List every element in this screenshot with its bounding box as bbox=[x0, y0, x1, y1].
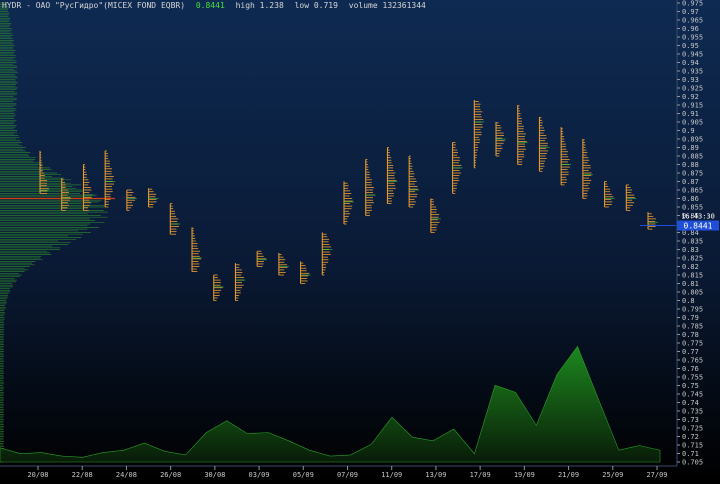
y-tick-label: 0.83 bbox=[682, 246, 699, 254]
y-tick-label: 0.78 bbox=[682, 331, 699, 339]
x-tick-label: 21/09 bbox=[558, 471, 579, 479]
chart-header: HYDR - ОАО "РусГидро"(MICEX FOND EQBR) 0… bbox=[2, 0, 432, 12]
volume-label: volume 132361344 bbox=[348, 1, 426, 10]
y-tick-label: 0.955 bbox=[682, 34, 703, 42]
x-tick-label: 19/09 bbox=[514, 471, 535, 479]
y-tick-label: 0.885 bbox=[682, 153, 703, 161]
x-tick-label: 26/08 bbox=[160, 471, 181, 479]
x-tick-label: 13/09 bbox=[425, 471, 446, 479]
y-tick-label: 0.87 bbox=[682, 178, 699, 186]
price-marker-value: 0.8441 bbox=[684, 222, 713, 231]
y-tick-label: 0.77 bbox=[682, 348, 699, 356]
y-tick-label: 0.835 bbox=[682, 238, 703, 246]
y-tick-label: 0.94 bbox=[682, 59, 699, 67]
y-tick-label: 0.875 bbox=[682, 170, 703, 178]
x-tick-label: 03/09 bbox=[249, 471, 270, 479]
y-tick-label: 0.91 bbox=[682, 110, 699, 118]
y-tick-label: 0.805 bbox=[682, 289, 703, 297]
y-tick-label: 0.89 bbox=[682, 144, 699, 152]
y-tick-label: 0.79 bbox=[682, 314, 699, 322]
y-tick-label: 0.735 bbox=[682, 408, 703, 416]
x-tick-label: 07/09 bbox=[337, 471, 358, 479]
x-tick-label: 11/09 bbox=[381, 471, 402, 479]
y-tick-label: 0.965 bbox=[682, 17, 703, 25]
y-tick-label: 0.895 bbox=[682, 136, 703, 144]
y-tick-label: 0.745 bbox=[682, 391, 703, 399]
y-tick-label: 0.945 bbox=[682, 51, 703, 59]
y-tick-label: 0.74 bbox=[682, 399, 699, 407]
y-tick-label: 0.795 bbox=[682, 306, 703, 314]
y-tick-label: 0.92 bbox=[682, 93, 699, 101]
y-tick-label: 0.815 bbox=[682, 272, 703, 280]
plot-background bbox=[0, 0, 720, 480]
x-tick-label: 22/08 bbox=[72, 471, 93, 479]
x-tick-label: 17/09 bbox=[470, 471, 491, 479]
y-tick-label: 0.725 bbox=[682, 425, 703, 433]
y-tick-label: 0.9 bbox=[682, 127, 695, 135]
y-tick-label: 0.96 bbox=[682, 25, 699, 33]
y-tick-label: 0.72 bbox=[682, 433, 699, 441]
y-tick-label: 0.915 bbox=[682, 102, 703, 110]
chart: 0.975 0.97 0.965 0.96 0.955 0.95 0.945 0.94 0.93… bbox=[0, 0, 720, 480]
y-tick-label: 0.8 bbox=[682, 297, 695, 305]
high-label: high 1.238 bbox=[235, 1, 284, 10]
x-tick-label: 24/08 bbox=[116, 471, 137, 479]
y-tick-label: 0.755 bbox=[682, 374, 703, 382]
y-tick-label: 0.88 bbox=[682, 161, 699, 169]
x-tick-label: 25/09 bbox=[602, 471, 623, 479]
y-tick-label: 0.81 bbox=[682, 280, 699, 288]
last-price: 0.8441 bbox=[195, 1, 225, 10]
y-tick-label: 0.715 bbox=[682, 442, 703, 450]
y-tick-label: 0.935 bbox=[682, 68, 703, 76]
x-tick-label: 20/08 bbox=[27, 471, 48, 479]
y-tick-label: 0.75 bbox=[682, 382, 699, 390]
symbol-label: HYDR - ОАО "РусГидро"(MICEX FOND EQBR) bbox=[2, 1, 186, 10]
low-label: low 0.719 bbox=[294, 1, 338, 10]
y-tick-label: 0.73 bbox=[682, 416, 699, 424]
y-tick-label: 0.775 bbox=[682, 340, 703, 348]
y-tick-label: 0.95 bbox=[682, 42, 699, 50]
y-tick-label: 0.71 bbox=[682, 450, 699, 458]
y-tick-label: 0.82 bbox=[682, 263, 699, 271]
x-tick-label: 05/09 bbox=[293, 471, 314, 479]
y-tick-label: 0.765 bbox=[682, 357, 703, 365]
x-tick-label: 30/08 bbox=[204, 471, 225, 479]
y-tick-label: 0.86 bbox=[682, 195, 699, 203]
y-tick-label: 0.975 bbox=[682, 0, 703, 8]
x-tick-label: 27/09 bbox=[646, 471, 667, 479]
y-tick-label: 0.93 bbox=[682, 76, 699, 84]
y-tick-label: 0.855 bbox=[682, 204, 703, 212]
y-tick-label: 0.865 bbox=[682, 187, 703, 195]
y-tick-label: 0.76 bbox=[682, 365, 699, 373]
chart-canvas: 0.9750.970.9650.960.9550.950.9450.940.93… bbox=[0, 0, 720, 480]
y-tick-label: 0.705 bbox=[682, 459, 703, 467]
y-tick-label: 0.925 bbox=[682, 85, 703, 93]
y-tick-label: 0.905 bbox=[682, 119, 703, 127]
y-tick-label: 0.825 bbox=[682, 255, 703, 263]
price-marker-time: 16:43:30 bbox=[681, 213, 715, 221]
y-tick-label: 0.97 bbox=[682, 8, 699, 16]
y-tick-label: 0.785 bbox=[682, 323, 703, 331]
